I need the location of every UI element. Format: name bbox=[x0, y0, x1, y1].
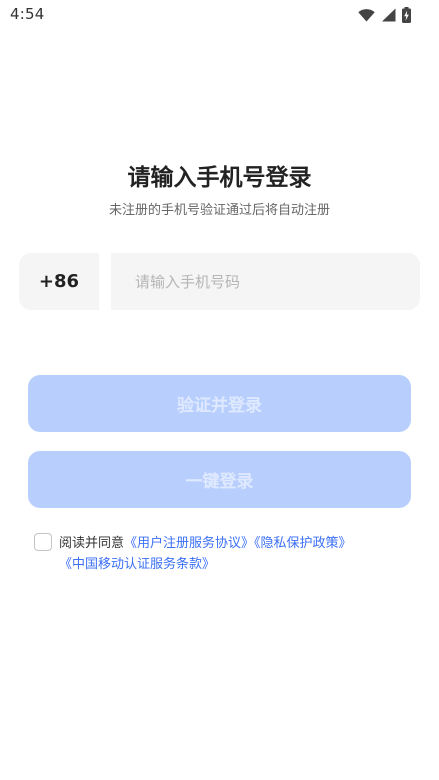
status-bar: 4:54 bbox=[0, 0, 439, 30]
one-key-login-button[interactable]: 一键登录 bbox=[28, 451, 411, 508]
user-agreement-link[interactable]: 《用户注册服务协议》 bbox=[124, 536, 254, 551]
page-title: 请输入手机号登录 bbox=[127, 165, 312, 191]
cmcc-auth-terms-link[interactable]: 《中国移动认证服务条款》 bbox=[59, 557, 215, 572]
status-time: 4:54 bbox=[10, 5, 45, 23]
agreement-prefix: 阅读并同意 bbox=[59, 536, 125, 551]
wifi-icon bbox=[358, 9, 375, 22]
privacy-policy-link[interactable]: 《隐私保护政策》 bbox=[254, 536, 352, 551]
phone-row: +86 bbox=[19, 253, 420, 310]
agreement-text: 阅读并同意《用户注册服务协议》《隐私保护政策》《中国移动认证服务条款》 bbox=[59, 533, 404, 575]
country-code-selector[interactable]: +86 bbox=[19, 253, 99, 310]
agreement-checkbox[interactable] bbox=[34, 533, 52, 551]
status-icons bbox=[358, 6, 411, 24]
phone-number-input[interactable] bbox=[111, 253, 420, 310]
cellular-signal-icon bbox=[382, 8, 396, 22]
battery-charging-icon bbox=[402, 7, 411, 23]
verify-login-button[interactable]: 验证并登录 bbox=[28, 375, 411, 432]
page-subtitle: 未注册的手机号验证通过后将自动注册 bbox=[108, 203, 330, 218]
